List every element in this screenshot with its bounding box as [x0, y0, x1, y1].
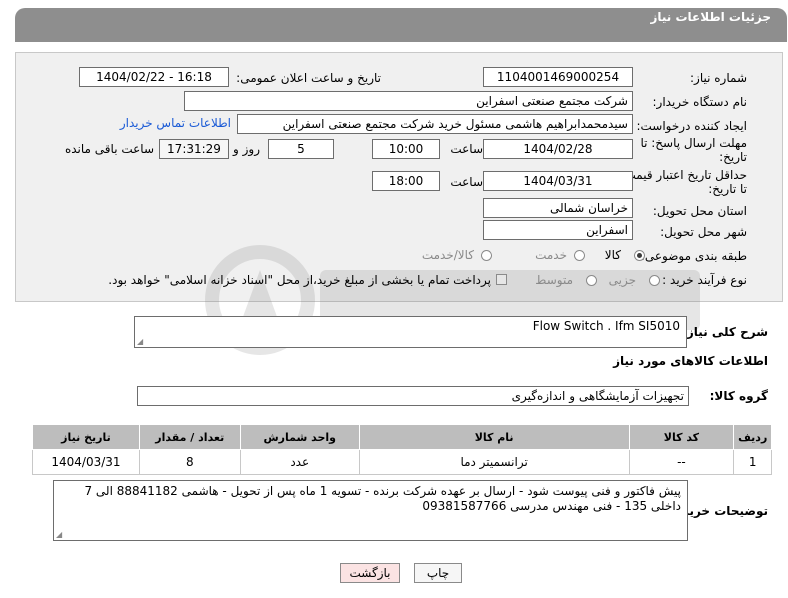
col-header-need-date: تاریخ نیاز	[32, 424, 140, 450]
creator-field[interactable]: سیدمحمدابراهیم هاشمی مسئول خرید شرکت مجت…	[237, 114, 633, 134]
validity-date-field[interactable]: 1404/03/31	[483, 171, 633, 191]
city-label: شهر محل تحویل:	[660, 225, 747, 239]
col-header-quantity: تعداد / مقدار	[138, 424, 241, 450]
category-radio-goods[interactable]	[634, 250, 645, 261]
summary-label: شرح کلی نیاز:	[682, 325, 768, 339]
category-radio-both[interactable]	[481, 250, 492, 261]
process-option-medium: متوسط	[535, 273, 573, 287]
remaining-time-field: 17:31:29	[159, 139, 229, 159]
province-field[interactable]: خراسان شمالی	[483, 198, 633, 218]
buyer-org-label: نام دستگاه خریدار:	[652, 95, 748, 109]
page-title: جزئیات اطلاعات نیاز	[650, 10, 771, 24]
validity-time-label: ساعت	[450, 175, 483, 189]
category-option-both: کالا/خدمت	[421, 248, 474, 262]
cell-name: ترانسمیتر دما	[358, 449, 630, 475]
goods-group-field[interactable]: تجهیزات آزمایشگاهی و اندازه‌گیری	[137, 386, 689, 406]
resize-grip-icon[interactable]: ◢	[137, 337, 143, 346]
process-option-minor: جزیی	[608, 273, 636, 287]
cell-row-number: 1	[733, 449, 772, 475]
validity-label-2: تا تاریخ:	[708, 182, 747, 196]
deadline-time-field[interactable]: 10:00	[372, 139, 440, 159]
deadline-date-field[interactable]: 1404/02/28	[483, 139, 633, 159]
summary-value: Flow Switch . Ifm SI5010	[532, 319, 680, 333]
need-number-field[interactable]: 1104001469000254	[483, 67, 633, 87]
announce-label: تاریخ و ساعت اعلان عمومی:	[236, 71, 381, 85]
buyer-notes-box[interactable]: پیش فاکتور و فنی پیوست شود - ارسال بر عه…	[53, 480, 688, 541]
col-header-unit: واحد شمارش	[239, 424, 360, 450]
validity-time-field[interactable]: 18:00	[372, 171, 440, 191]
col-header-name: نام کالا	[358, 424, 630, 450]
treasury-checkbox[interactable]	[496, 274, 507, 285]
cell-unit: عدد	[239, 449, 360, 475]
table-row[interactable]: 1 -- ترانسمیتر دما عدد 8 1404/03/31	[32, 449, 772, 475]
resize-grip-icon[interactable]: ◢	[56, 530, 62, 539]
creator-label: ایجاد کننده درخواست:	[636, 119, 747, 133]
deadline-label-1: مهلت ارسال پاسخ: تا	[640, 136, 747, 150]
process-label: نوع فرآیند خرید :	[662, 273, 747, 287]
back-button[interactable]: بازگشت	[340, 563, 400, 583]
goods-group-label: گروه کالا:	[709, 389, 768, 403]
category-option-service: خدمت	[535, 248, 567, 262]
category-label: طبقه بندی موضوعی:	[640, 249, 747, 263]
category-option-goods: کالا	[604, 248, 621, 262]
cell-quantity: 8	[138, 449, 241, 475]
deadline-label-2: تاریخ:	[719, 150, 747, 164]
summary-box[interactable]: Flow Switch . Ifm SI5010 ◢	[134, 316, 687, 348]
province-label: استان محل تحویل:	[652, 204, 747, 218]
print-button[interactable]: چاپ	[414, 563, 462, 583]
cell-need-date: 1404/03/31	[32, 449, 140, 475]
buyer-notes-value: پیش فاکتور و فنی پیوست شود - ارسال بر عه…	[84, 484, 681, 513]
buyer-org-field[interactable]: شرکت مجتمع صنعتی اسفراین	[184, 91, 633, 111]
process-note: پرداخت تمام یا بخشی از مبلغ خرید،از محل …	[108, 273, 491, 287]
days-field[interactable]: 5	[268, 139, 334, 159]
city-field[interactable]: اسفراین	[483, 220, 633, 240]
contact-info-link[interactable]: اطلاعات تماس خریدار	[120, 116, 231, 130]
col-header-row-number: ردیف	[733, 424, 772, 450]
deadline-time-label: ساعت	[450, 142, 483, 156]
days-label: روز و	[233, 142, 260, 156]
process-radio-medium[interactable]	[586, 275, 597, 286]
items-table: ردیف کد کالا نام کالا واحد شمارش تعداد /…	[32, 424, 772, 475]
need-number-label: شماره نیاز:	[690, 71, 747, 85]
cell-code: --	[628, 449, 735, 475]
remaining-label: ساعت باقی مانده	[64, 142, 154, 156]
process-radio-minor[interactable]	[649, 275, 660, 286]
col-header-code: کد کالا	[628, 424, 735, 450]
category-radio-service[interactable]	[574, 250, 585, 261]
goods-section-title: اطلاعات کالاهای مورد نیاز	[613, 354, 768, 368]
table-header-row: ردیف کد کالا نام کالا واحد شمارش تعداد /…	[32, 424, 772, 450]
announce-field[interactable]: 1404/02/22 - 16:18	[79, 67, 229, 87]
validity-label-1: حداقل تاریخ اعتبار قیمت:	[620, 168, 747, 182]
